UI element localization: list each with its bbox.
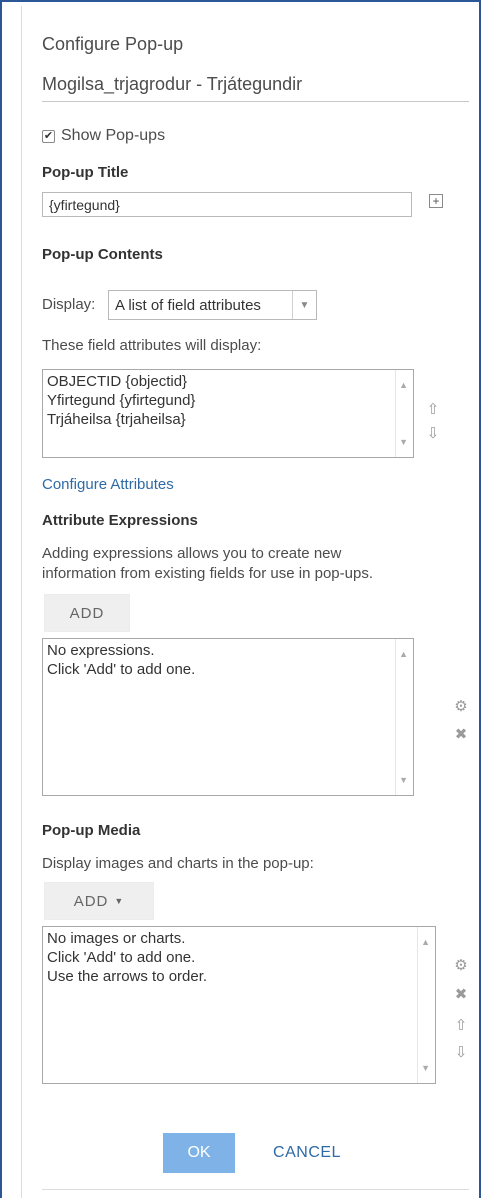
- media-list[interactable]: No images or charts. Click 'Add' to add …: [42, 926, 436, 1084]
- popup-title-heading: Pop-up Title: [42, 164, 129, 181]
- list-item[interactable]: OBJECTID {objectid}: [47, 372, 409, 391]
- gear-icon[interactable]: ⚙: [453, 956, 469, 974]
- scroll-down-icon[interactable]: ▼: [421, 1059, 430, 1078]
- delete-x-icon[interactable]: ✖: [453, 985, 469, 1003]
- show-popups-row[interactable]: ✔ Show Pop-ups: [42, 127, 165, 145]
- display-label: Display:: [42, 296, 96, 313]
- move-up-arrow-icon[interactable]: ⇧: [453, 1016, 469, 1034]
- list-item: No expressions.: [47, 642, 155, 659]
- field-attributes-list[interactable]: OBJECTID {objectid} Yfirtegund {yfirtegu…: [42, 369, 414, 458]
- attributes-caption: These field attributes will display:: [42, 337, 262, 354]
- attribute-expressions-heading: Attribute Expressions: [42, 512, 198, 529]
- list-item: Click 'Add' to add one.: [47, 949, 196, 966]
- scroll-down-icon[interactable]: ▼: [399, 771, 408, 790]
- scroll-up-icon[interactable]: ▲: [421, 933, 430, 952]
- scroll-up-icon[interactable]: ▲: [399, 376, 408, 395]
- move-down-arrow-icon[interactable]: ⇩: [453, 1043, 469, 1061]
- configure-attributes-link[interactable]: Configure Attributes: [42, 476, 174, 493]
- expressions-description-line2: information from existing fields for use…: [42, 565, 373, 582]
- scrollbar[interactable]: ▲ ▼: [395, 639, 413, 795]
- media-description: Display images and charts in the pop-up:: [42, 855, 314, 872]
- add-media-button[interactable]: ADD ▼: [44, 882, 154, 920]
- list-item: Use the arrows to order.: [47, 968, 208, 985]
- title-divider: [42, 101, 469, 102]
- chevron-down-icon: ▼: [114, 896, 125, 906]
- move-up-arrow-icon[interactable]: ⇧: [425, 400, 441, 418]
- list-item[interactable]: Yfirtegund {yfirtegund}: [47, 391, 409, 410]
- display-select[interactable]: A list of field attributes ▼: [108, 290, 317, 320]
- scrollbar[interactable]: ▲ ▼: [417, 927, 435, 1083]
- expressions-list[interactable]: No expressions. Click 'Add' to add one. …: [42, 638, 414, 796]
- ok-button[interactable]: OK: [163, 1133, 235, 1173]
- popup-title-input[interactable]: {yfirtegund}: [42, 192, 412, 217]
- delete-x-icon[interactable]: ✖: [453, 725, 469, 743]
- popup-media-heading: Pop-up Media: [42, 822, 141, 839]
- scrollbar[interactable]: ▲ ▼: [395, 370, 413, 457]
- panel-divider: [21, 6, 22, 1198]
- move-down-arrow-icon[interactable]: ⇩: [425, 424, 441, 442]
- scroll-up-icon[interactable]: ▲: [399, 645, 408, 664]
- footer-divider: [42, 1189, 469, 1190]
- scroll-down-icon[interactable]: ▼: [399, 433, 408, 452]
- popup-contents-heading: Pop-up Contents: [42, 246, 163, 263]
- layer-name: Mogilsa_trjagrodur - Trjátegundir: [42, 74, 303, 94]
- list-item[interactable]: Trjáheilsa {trjaheilsa}: [47, 410, 409, 429]
- expressions-description-line1: Adding expressions allows you to create …: [42, 545, 342, 562]
- add-expression-button[interactable]: ADD: [44, 594, 130, 632]
- gear-icon[interactable]: ⚙: [453, 697, 469, 715]
- chevron-down-icon: ▼: [292, 291, 316, 319]
- display-select-value: A list of field attributes: [115, 296, 261, 314]
- list-item: No images or charts.: [47, 930, 186, 947]
- cancel-button[interactable]: CANCEL: [262, 1133, 352, 1173]
- show-popups-label: Show Pop-ups: [61, 127, 166, 144]
- dialog-title: Configure Pop-up: [42, 34, 184, 54]
- show-popups-checkbox[interactable]: ✔: [42, 129, 55, 143]
- insert-field-plus-icon[interactable]: +: [429, 194, 443, 208]
- list-item: Click 'Add' to add one.: [47, 661, 196, 678]
- add-media-label: ADD: [73, 892, 109, 910]
